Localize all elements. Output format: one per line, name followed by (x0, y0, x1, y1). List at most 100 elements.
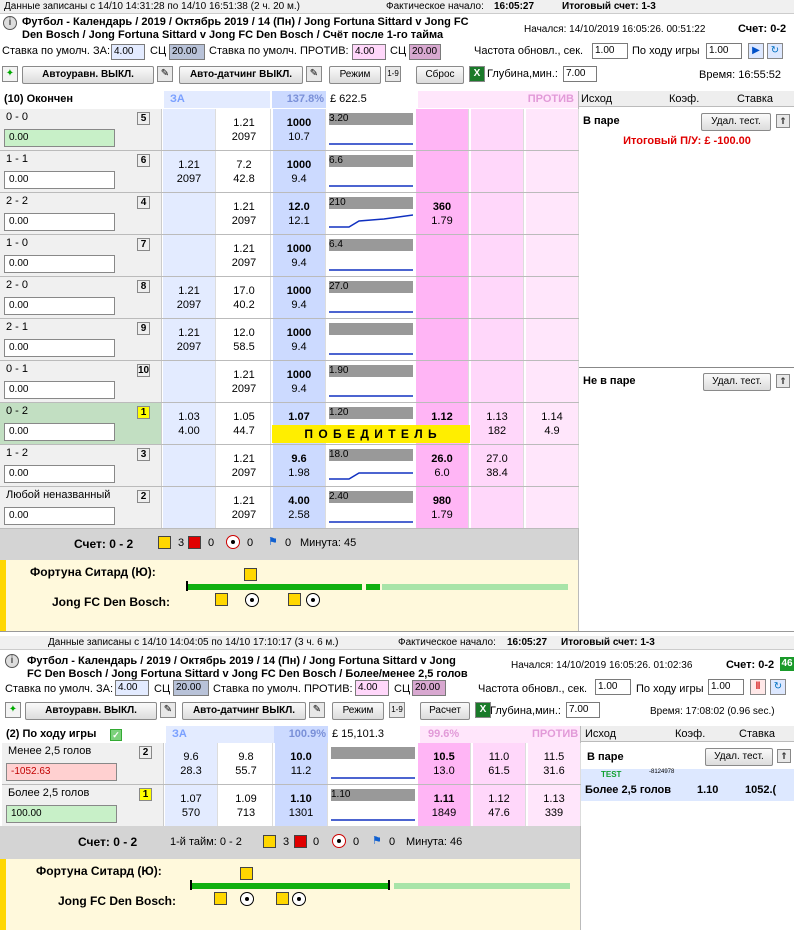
play-icon[interactable]: ▶ (748, 43, 764, 59)
price-cell-b3[interactable]: 1000 9.4 (273, 277, 326, 318)
top-unpaired-collapse-icon[interactable]: ⇑ (776, 374, 790, 388)
price-cell-b3[interactable]: 1000 9.4 (273, 319, 326, 360)
profit-loss-field[interactable]: 0.00 (4, 297, 115, 315)
price-cell-b1[interactable] (163, 487, 216, 528)
top-paired-del-button[interactable]: Удал. тест. (701, 113, 771, 131)
top-depth-input[interactable]: 7.00 (563, 66, 597, 82)
price-cell-l1[interactable]: 26.0 6.0 (416, 445, 469, 486)
bottom-settings2-icon[interactable]: ✎ (309, 702, 325, 718)
price-cell-b3[interactable]: 1000 10.7 (273, 109, 326, 150)
bottom-back-stake-input[interactable]: 4.00 (115, 680, 149, 696)
bottom-mode-button[interactable]: Режим (332, 702, 384, 720)
profit-loss-field[interactable]: -1052.63 (6, 763, 117, 781)
price-cell-b3[interactable]: 10.0 11.2 (275, 743, 328, 784)
price-cell-b2[interactable]: 1.21 2097 (218, 193, 271, 234)
price-cell-l1[interactable]: 980 1.79 (416, 487, 469, 528)
price-cell-l3[interactable] (526, 235, 579, 276)
bottom-auto-eq-button[interactable]: Автоуравн. ВЫКЛ. (25, 702, 157, 720)
bottom-refresh-input[interactable]: 1.00 (595, 679, 631, 695)
price-cell-l1[interactable] (416, 361, 469, 402)
price-cell-l1[interactable] (416, 277, 469, 318)
price-cell-l2[interactable]: 1.12 47.6 (473, 785, 526, 826)
top-reset-button[interactable]: Сброс (416, 66, 464, 84)
price-cell-b2[interactable]: 1.21 2097 (218, 487, 271, 528)
price-cell-l2[interactable] (471, 361, 524, 402)
price-cell-b3[interactable]: 9.6 1.98 (273, 445, 326, 486)
info-icon[interactable]: i (3, 16, 17, 30)
price-cell-l2[interactable] (471, 277, 524, 318)
profit-loss-field[interactable]: 0.00 (4, 381, 115, 399)
price-cell-l3[interactable] (526, 109, 579, 150)
price-cell-b3[interactable]: 1000 9.4 (273, 235, 326, 276)
bottom-settings-icon[interactable]: ✎ (160, 702, 176, 718)
bottom-bet-row[interactable]: TEST -8124978 Более 2,5 голов 1.10 1052.… (581, 769, 794, 801)
profit-loss-field[interactable]: 0.00 (4, 129, 115, 147)
price-cell-l3[interactable] (526, 151, 579, 192)
price-cell-b1[interactable]: 1.21 2097 (163, 277, 216, 318)
price-cell-l2[interactable] (471, 193, 524, 234)
top-lay-sc-input[interactable]: 20.00 (409, 44, 441, 60)
bottom-refresh-icon[interactable]: ↻ (770, 679, 786, 695)
price-cell-b1[interactable] (163, 445, 216, 486)
price-cell-b2[interactable]: 1.09 713 (220, 785, 273, 826)
price-cell-b3[interactable]: 12.0 12.1 (273, 193, 326, 234)
profit-loss-field[interactable]: 0.00 (4, 171, 115, 189)
price-cell-b1[interactable]: 1.07 570 (165, 785, 218, 826)
top-auto-dating-button[interactable]: Авто-датчинг ВЫКЛ. (179, 66, 303, 84)
price-cell-l2[interactable] (471, 151, 524, 192)
price-cell-l2[interactable] (471, 487, 524, 528)
bottom-lay-sc-input[interactable]: 20.00 (412, 680, 446, 696)
profit-loss-field[interactable]: 0.00 (4, 507, 115, 525)
price-cell-l3[interactable]: 1.13 339 (528, 785, 581, 826)
price-cell-l1[interactable]: 360 1.79 (416, 193, 469, 234)
price-cell-b2[interactable]: 1.05 44.7 (218, 403, 271, 444)
top-paired-collapse-icon[interactable]: ⇑ (776, 114, 790, 128)
bulb-icon[interactable]: ✦ (2, 66, 18, 82)
price-cell-b3[interactable]: 1000 9.4 (273, 151, 326, 192)
top-mode-button[interactable]: Режим (329, 66, 381, 84)
profit-loss-field[interactable]: 0.00 (4, 423, 115, 441)
profit-loss-field[interactable]: 0.00 (4, 465, 115, 483)
price-cell-l1[interactable]: 1.11 1849 (418, 785, 471, 826)
price-cell-b2[interactable]: 7.2 42.8 (218, 151, 271, 192)
price-cell-b2[interactable]: 17.0 40.2 (218, 277, 271, 318)
top-auto-eq-button[interactable]: Автоуравн. ВЫКЛ. (22, 66, 154, 84)
price-cell-b1[interactable] (163, 235, 216, 276)
bottom-inplay-input[interactable]: 1.00 (708, 679, 744, 695)
price-cell-b2[interactable]: 1.21 2097 (218, 235, 271, 276)
price-cell-l2[interactable] (471, 109, 524, 150)
price-cell-b1[interactable] (163, 193, 216, 234)
bottom-excel-icon[interactable]: X (475, 702, 491, 718)
price-cell-b2[interactable]: 1.21 2097 (218, 361, 271, 402)
price-cell-b1[interactable]: 1.21 2097 (163, 151, 216, 192)
price-cell-l1[interactable] (416, 235, 469, 276)
bottom-auto-dating-button[interactable]: Авто-датчинг ВЫКЛ. (182, 702, 306, 720)
price-cell-l2[interactable]: 27.0 38.4 (471, 445, 524, 486)
bottom-calc-button[interactable]: Расчет (420, 702, 470, 720)
price-cell-l3[interactable]: 11.5 31.6 (528, 743, 581, 784)
price-cell-b1[interactable]: 1.03 4.00 (163, 403, 216, 444)
price-cell-b3[interactable]: 1.10 1301 (275, 785, 328, 826)
price-cell-b2[interactable]: 12.0 58.5 (218, 319, 271, 360)
price-cell-l1[interactable]: 10.5 13.0 (418, 743, 471, 784)
bottom-back-sc-input[interactable]: 20.00 (173, 680, 209, 696)
price-cell-b1[interactable] (163, 361, 216, 402)
bottom-info-icon[interactable]: i (5, 654, 19, 668)
price-cell-l1[interactable] (416, 151, 469, 192)
price-cell-b2[interactable]: 9.8 55.7 (220, 743, 273, 784)
profit-loss-field[interactable]: 100.00 (6, 805, 117, 823)
price-cell-b3[interactable]: 4.00 2.58 (273, 487, 326, 528)
price-cell-b2[interactable]: 1.21 2097 (218, 445, 271, 486)
price-cell-l3[interactable] (526, 193, 579, 234)
top-lay-stake-input[interactable]: 4.00 (352, 44, 386, 60)
price-cell-l1[interactable] (416, 109, 469, 150)
price-cell-l3[interactable] (526, 277, 579, 318)
price-cell-l2[interactable]: 11.0 61.5 (473, 743, 526, 784)
profit-loss-field[interactable]: 0.00 (4, 213, 115, 231)
price-cell-l1[interactable] (416, 319, 469, 360)
profit-loss-field[interactable]: 0.00 (4, 255, 115, 273)
top-settings2-icon[interactable]: ✎ (306, 66, 322, 82)
price-cell-b1[interactable]: 1.21 2097 (163, 319, 216, 360)
price-cell-b1[interactable]: 9.6 28.3 (165, 743, 218, 784)
price-cell-l3[interactable] (526, 487, 579, 528)
